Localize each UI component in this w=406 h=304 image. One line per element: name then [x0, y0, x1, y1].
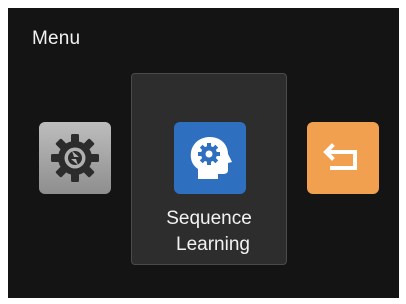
- return-app-tile[interactable]: [307, 122, 379, 194]
- device-screen: Menu Sequence Learning: [8, 8, 399, 298]
- app-label-line-2: Learning: [176, 234, 250, 255]
- settings-app-tile[interactable]: [39, 122, 111, 194]
- return-arrow-icon: [323, 143, 357, 170]
- menu-title: Menu: [32, 28, 81, 49]
- settings-gear-icon: [51, 134, 99, 182]
- sequence-learning-app-tile[interactable]: [174, 122, 246, 194]
- head-gear-icon: [190, 137, 232, 179]
- sequence-learning-card[interactable]: Sequence Learning: [131, 73, 287, 265]
- app-label: Sequence Learning: [132, 206, 286, 258]
- app-label-line-1: Sequence: [166, 208, 252, 229]
